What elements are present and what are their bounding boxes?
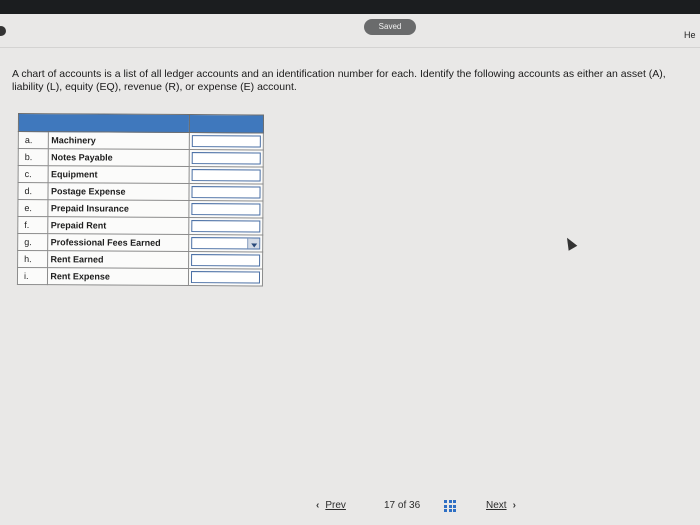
answer-cell <box>188 183 264 201</box>
account-name: Prepaid Insurance <box>48 199 189 218</box>
answer-cell <box>188 251 263 269</box>
table-row: c. Equipment <box>18 165 264 184</box>
table-row: f. Prepaid Rent <box>17 216 263 235</box>
table-row: a. Machinery <box>18 131 264 150</box>
menu-dot-icon[interactable] <box>0 26 6 36</box>
next-button[interactable]: Next › <box>486 500 516 511</box>
answer-cell <box>188 132 264 150</box>
next-label: Next <box>486 500 507 511</box>
table-header-cell <box>18 113 190 133</box>
chevron-left-icon: ‹ <box>316 500 320 511</box>
help-link[interactable]: He <box>684 30 696 40</box>
grid-icon[interactable] <box>444 500 456 512</box>
table-row: i. Rent Expense <box>17 267 263 286</box>
answer-cell <box>188 166 264 184</box>
prev-button[interactable]: ‹ Prev <box>316 500 346 511</box>
account-name: Equipment <box>48 165 189 184</box>
account-name: Machinery <box>48 131 189 150</box>
answer-cell <box>187 268 263 286</box>
answer-cell <box>188 234 263 252</box>
table-row: g. Professional Fees Earned <box>17 233 263 252</box>
answer-input[interactable] <box>191 152 261 165</box>
account-name: Rent Expense <box>47 267 189 286</box>
table-row: b. Notes Payable <box>18 148 264 167</box>
row-letter: a. <box>18 131 49 149</box>
top-bar <box>0 0 700 14</box>
account-name: Professional Fees Earned <box>48 233 189 252</box>
row-letter: h. <box>17 250 49 268</box>
accounts-table: a. Machinery b. Notes Payable c. Equipme… <box>16 113 264 287</box>
table-header-cell-answer <box>188 114 264 133</box>
row-letter: e. <box>17 199 49 217</box>
chevron-right-icon: › <box>512 500 516 511</box>
account-name: Prepaid Rent <box>48 216 189 235</box>
account-name: Postage Expense <box>48 182 189 201</box>
row-letter: d. <box>17 182 49 200</box>
row-letter: b. <box>18 148 49 166</box>
current-page: 17 <box>384 500 396 511</box>
answer-cell <box>188 200 263 218</box>
of-label: of <box>397 500 407 511</box>
account-name: Rent Earned <box>47 250 189 269</box>
answer-cell <box>188 217 263 235</box>
prev-label: Prev <box>325 500 346 511</box>
page-counter: 17 of 36 <box>384 500 420 511</box>
answer-input[interactable] <box>191 186 261 199</box>
table-row: d. Postage Expense <box>17 182 264 201</box>
answer-input[interactable] <box>191 169 261 182</box>
answer-select[interactable] <box>190 237 261 250</box>
answer-cell <box>188 149 264 167</box>
answer-input[interactable] <box>190 203 261 216</box>
answer-input[interactable] <box>191 135 261 148</box>
chevron-down-icon[interactable] <box>247 238 260 249</box>
table-row: h. Rent Earned <box>17 250 263 269</box>
answer-input[interactable] <box>190 254 261 267</box>
row-letter: i. <box>17 267 48 285</box>
saved-status-badge: Saved <box>364 19 416 35</box>
total-pages: 36 <box>409 500 421 511</box>
row-letter: g. <box>17 233 49 251</box>
account-name: Notes Payable <box>48 148 189 167</box>
row-letter: f. <box>17 216 49 234</box>
mouse-cursor-icon <box>562 235 578 251</box>
table-row: e. Prepaid Insurance <box>17 199 263 218</box>
answer-input[interactable] <box>190 271 261 284</box>
question-text: A chart of accounts is a list of all led… <box>12 68 666 93</box>
header-divider <box>0 47 700 48</box>
row-letter: c. <box>18 165 49 183</box>
table-header-row <box>18 113 264 133</box>
answer-input[interactable] <box>190 220 261 233</box>
